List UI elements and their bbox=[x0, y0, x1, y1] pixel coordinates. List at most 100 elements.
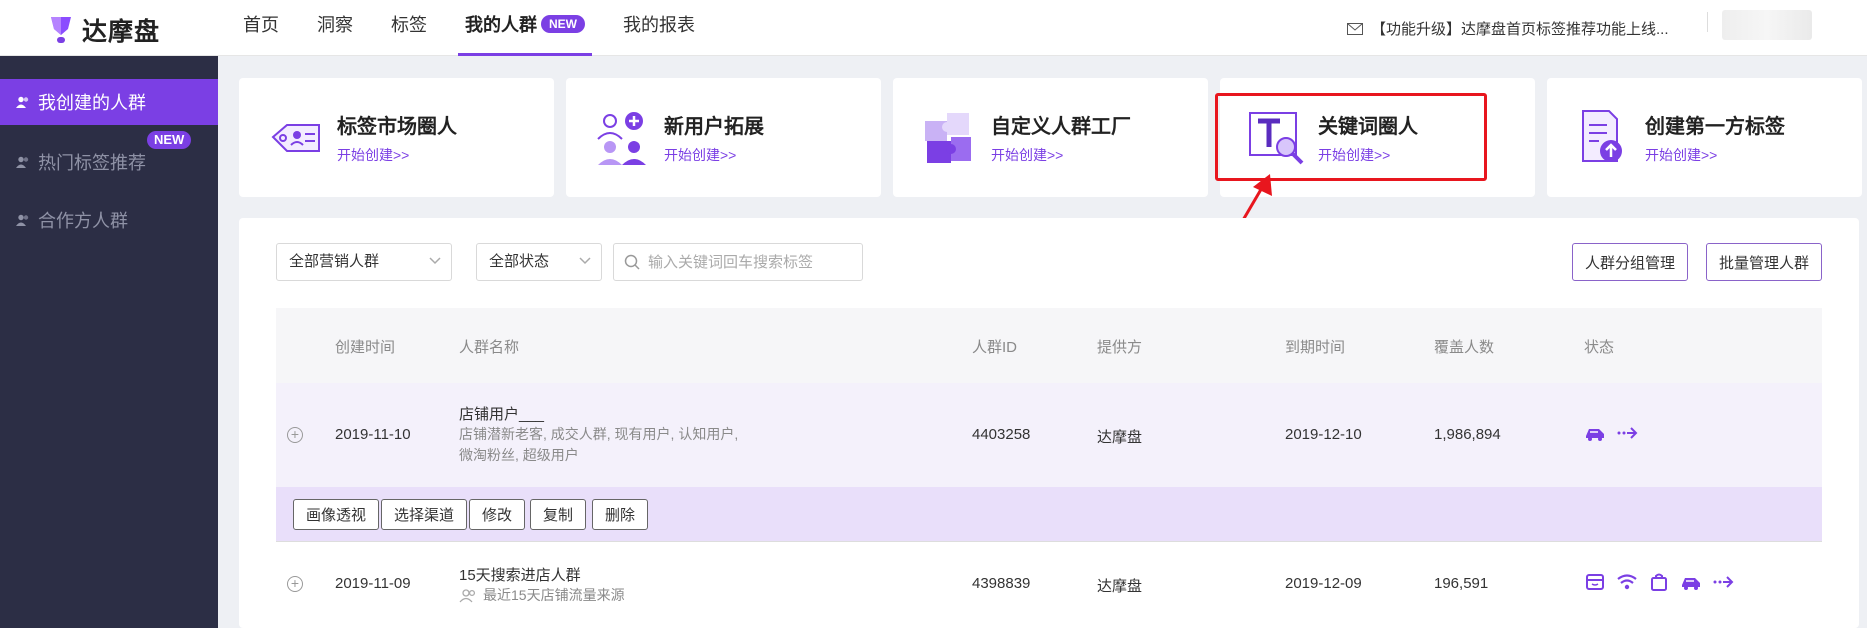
nav-my-reports[interactable]: 我的报表 bbox=[604, 0, 714, 56]
card-title: 标签市场圈人 bbox=[337, 116, 457, 138]
wifi-icon[interactable] bbox=[1616, 573, 1638, 591]
nav-home[interactable]: 首页 bbox=[224, 0, 298, 56]
audience-list-panel: 全部营销人群 全部状态 人群分组管理 批量管理人群 创建时间 人群名称 人群ID… bbox=[239, 218, 1859, 628]
sidebar-item-label: 热门标签推荐 bbox=[38, 153, 146, 173]
nav-tags[interactable]: 标签 bbox=[372, 0, 446, 56]
audience-name[interactable]: 15天搜索进店人群 bbox=[459, 564, 625, 585]
provider: 达摩盘 bbox=[1097, 578, 1143, 595]
users-icon bbox=[16, 156, 29, 168]
card-link[interactable]: 开始创建>> bbox=[664, 145, 764, 165]
search-input[interactable] bbox=[648, 253, 848, 271]
add-users-icon bbox=[597, 111, 646, 165]
store-icon[interactable] bbox=[1584, 573, 1606, 591]
batch-manage-button[interactable]: 批量管理人群 bbox=[1706, 243, 1823, 281]
card-title: 自定义人群工厂 bbox=[991, 116, 1131, 138]
upload-document-icon bbox=[1582, 109, 1622, 162]
users-outline-icon bbox=[459, 588, 476, 602]
expand-row-icon[interactable]: + bbox=[287, 427, 303, 443]
expand-row-icon[interactable]: + bbox=[287, 576, 303, 592]
users-icon bbox=[16, 214, 29, 226]
push-arrow-icon[interactable] bbox=[1712, 573, 1734, 591]
portrait-analysis-button[interactable]: 画像透视 bbox=[293, 499, 380, 530]
card-title: 创建第一方标签 bbox=[1645, 116, 1785, 138]
header-status: 状态 bbox=[1584, 339, 1615, 356]
coverage-count: 196,591 bbox=[1434, 575, 1489, 592]
search-icon bbox=[624, 254, 640, 270]
channel-car-icon[interactable] bbox=[1680, 573, 1702, 591]
audience-desc: 店铺潜新老客, 成交人群, 现有用户, 认知用户, bbox=[459, 426, 739, 442]
card-first-party-tag[interactable]: 创建第一方标签 开始创建>> bbox=[1547, 78, 1862, 197]
card-link[interactable]: 开始创建>> bbox=[991, 145, 1131, 165]
audience-name[interactable]: 店铺用户___ bbox=[459, 403, 738, 424]
audience-name-cell: 店铺用户___ 店铺潜新老客, 成交人群, 现有用户, 认知用户, 微淘粉丝, … bbox=[459, 403, 738, 466]
mail-icon bbox=[1347, 22, 1363, 35]
provider: 达摩盘 bbox=[1097, 429, 1143, 446]
audience-name-cell: 15天搜索进店人群 最近15天店铺流量来源 bbox=[459, 564, 625, 606]
delete-button[interactable]: 删除 bbox=[592, 499, 649, 530]
nav-insight[interactable]: 洞察 bbox=[298, 0, 372, 56]
audience-desc: 微淘粉丝, 超级用户 bbox=[459, 447, 579, 463]
highlight-annotation bbox=[1215, 93, 1487, 181]
created-date: 2019-11-09 bbox=[335, 575, 411, 592]
header-coverage[interactable]: 覆盖人数 bbox=[1434, 336, 1494, 357]
nav-my-audience-label: 我的人群 bbox=[465, 15, 537, 35]
card-link[interactable]: 开始创建>> bbox=[1645, 145, 1785, 165]
top-navigation-bar: 达摩盘 首页 洞察 标签 我的人群 NEW 我的报表 【功能升级】达摩盘首页标签推… bbox=[0, 0, 1867, 56]
group-manage-button[interactable]: 人群分组管理 bbox=[1572, 243, 1689, 281]
card-tag-market[interactable]: 标签市场圈人 开始创建>> bbox=[239, 78, 554, 197]
chevron-down-icon bbox=[579, 257, 591, 265]
keyword-search-box bbox=[613, 243, 863, 281]
coverage-count: 1,986,894 bbox=[1434, 426, 1501, 443]
table-row[interactable]: + 2019-11-09 15天搜索进店人群 最近15天店铺流量来源 43988… bbox=[276, 541, 1822, 628]
status-filter-select[interactable]: 全部状态 bbox=[476, 243, 602, 281]
status-icons bbox=[1584, 424, 1638, 442]
shopping-bag-icon[interactable] bbox=[1648, 573, 1670, 591]
header-name: 人群名称 bbox=[459, 339, 520, 356]
sidebar-item-partner-audiences[interactable]: 合作方人群 bbox=[0, 197, 218, 243]
sidebar: 我创建的人群 热门标签推荐 NEW 合作方人群 bbox=[0, 56, 218, 628]
select-channel-button[interactable]: 选择渠道 bbox=[381, 499, 468, 530]
row-actions-bar: 画像透视 选择渠道 修改 复制 删除 bbox=[276, 487, 1822, 541]
puzzle-icon bbox=[925, 112, 971, 163]
card-link[interactable]: 开始创建>> bbox=[337, 145, 457, 165]
tag-card-icon bbox=[271, 123, 320, 152]
new-badge: NEW bbox=[541, 15, 585, 33]
sidebar-item-my-audiences[interactable]: 我创建的人群 bbox=[0, 79, 218, 125]
card-title: 新用户拓展 bbox=[664, 116, 764, 138]
user-account[interactable] bbox=[1722, 10, 1812, 40]
audience-id: 4403258 bbox=[972, 426, 1031, 443]
expire-date: 2019-12-10 bbox=[1285, 426, 1362, 443]
table-row[interactable]: + 2019-11-10 店铺用户___ 店铺潜新老客, 成交人群, 现有用户,… bbox=[276, 383, 1822, 487]
audience-id: 4398839 bbox=[972, 575, 1031, 592]
nav-my-audience[interactable]: 我的人群 NEW bbox=[446, 0, 604, 56]
header-created[interactable]: 创建时间 bbox=[335, 336, 395, 357]
table-header: 创建时间 人群名称 人群ID 提供方 到期时间 覆盖人数 状态 bbox=[276, 308, 1822, 383]
status-icons bbox=[1584, 573, 1734, 591]
users-icon bbox=[16, 96, 29, 108]
copy-button[interactable]: 复制 bbox=[530, 499, 587, 530]
announcement[interactable]: 【功能升级】达摩盘首页标签推荐功能上线... bbox=[1347, 18, 1669, 39]
header-expire[interactable]: 到期时间 bbox=[1285, 336, 1345, 357]
sidebar-item-label: 合作方人群 bbox=[38, 211, 128, 231]
campaign-filter-select[interactable]: 全部营销人群 bbox=[276, 243, 452, 281]
header-provider: 提供方 bbox=[1097, 339, 1143, 356]
edit-button[interactable]: 修改 bbox=[469, 499, 526, 530]
sidebar-item-label: 我创建的人群 bbox=[38, 93, 146, 113]
gem-logo-icon bbox=[51, 17, 71, 43]
card-new-user-expansion[interactable]: 新用户拓展 开始创建>> bbox=[566, 78, 881, 197]
announcement-text: 【功能升级】达摩盘首页标签推荐功能上线... bbox=[1371, 21, 1669, 38]
expire-date: 2019-12-09 bbox=[1285, 575, 1362, 592]
main-nav: 首页 洞察 标签 我的人群 NEW 我的报表 bbox=[224, 0, 714, 56]
created-date: 2019-11-10 bbox=[335, 426, 411, 443]
brand-logo[interactable]: 达摩盘 bbox=[48, 12, 160, 48]
chevron-down-icon bbox=[429, 257, 441, 265]
channel-car-icon[interactable] bbox=[1584, 424, 1606, 442]
card-custom-factory[interactable]: 自定义人群工厂 开始创建>> bbox=[893, 78, 1208, 197]
brand-name: 达摩盘 bbox=[82, 18, 161, 46]
new-badge: NEW bbox=[147, 131, 192, 149]
status-filter-value: 全部状态 bbox=[489, 253, 550, 270]
campaign-filter-value: 全部营销人群 bbox=[289, 253, 380, 270]
audience-desc: 最近15天店铺流量来源 bbox=[483, 587, 625, 603]
push-arrow-icon[interactable] bbox=[1616, 424, 1638, 442]
sidebar-item-hot-tags[interactable]: 热门标签推荐 NEW bbox=[0, 131, 218, 185]
